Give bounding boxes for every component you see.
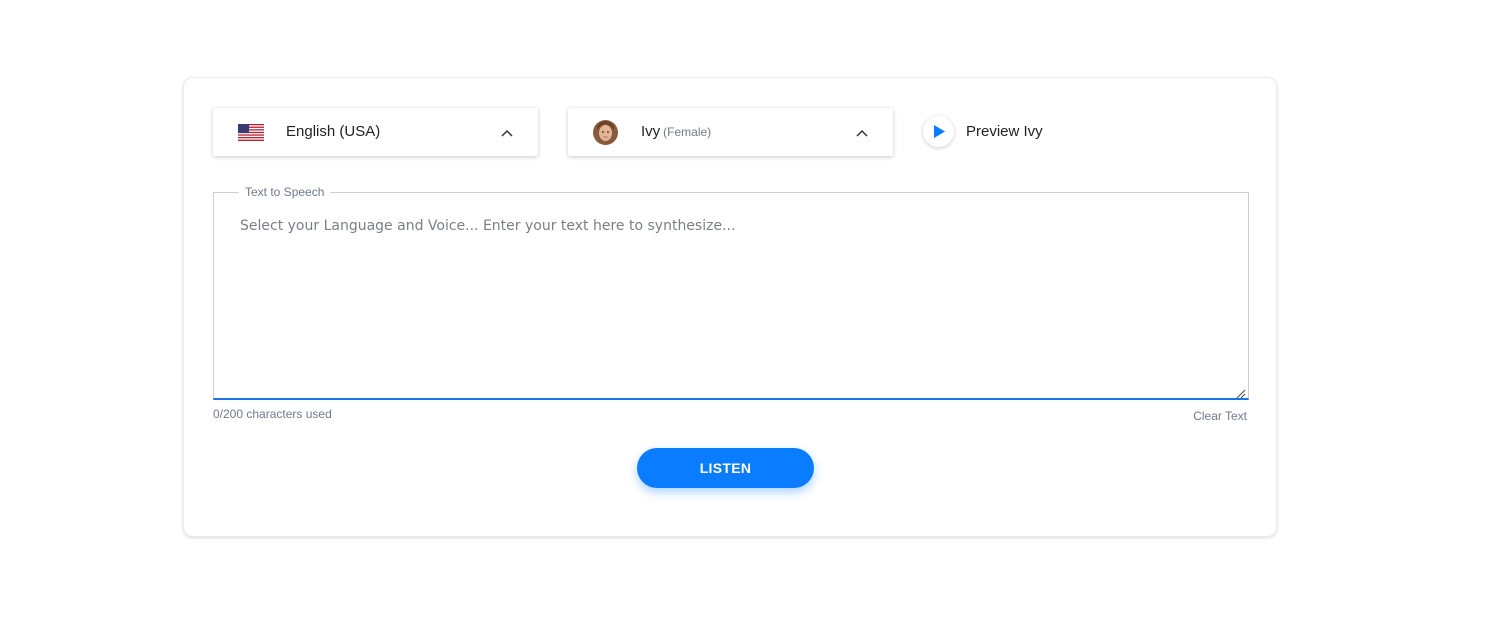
- preview-label: Preview Ivy: [966, 122, 1043, 140]
- chevron-up-icon: [855, 125, 869, 137]
- clear-text-button[interactable]: Clear Text: [1193, 409, 1247, 423]
- listen-button[interactable]: LISTEN: [637, 448, 814, 488]
- voice-gender: (Female): [663, 125, 712, 139]
- tts-card: English (USA) Ivy (Female) Preview Ivy T…: [183, 77, 1277, 537]
- avatar: [593, 120, 618, 145]
- play-icon[interactable]: [923, 115, 954, 147]
- voice-label: Ivy (Female): [641, 123, 711, 140]
- preview-voice-button[interactable]: Preview Ivy: [923, 115, 1043, 147]
- tts-textarea[interactable]: [214, 193, 1248, 398]
- voice-name: Ivy: [641, 123, 661, 140]
- tts-field: Text to Speech: [213, 185, 1249, 400]
- us-flag-icon: [238, 124, 264, 141]
- character-count: 0/200 characters used: [213, 407, 332, 421]
- resize-grip-icon[interactable]: [1236, 386, 1246, 399]
- chevron-up-icon: [500, 125, 514, 137]
- voice-select[interactable]: Ivy (Female): [568, 108, 893, 156]
- language-select[interactable]: English (USA): [213, 108, 538, 156]
- language-label: English (USA): [286, 123, 381, 140]
